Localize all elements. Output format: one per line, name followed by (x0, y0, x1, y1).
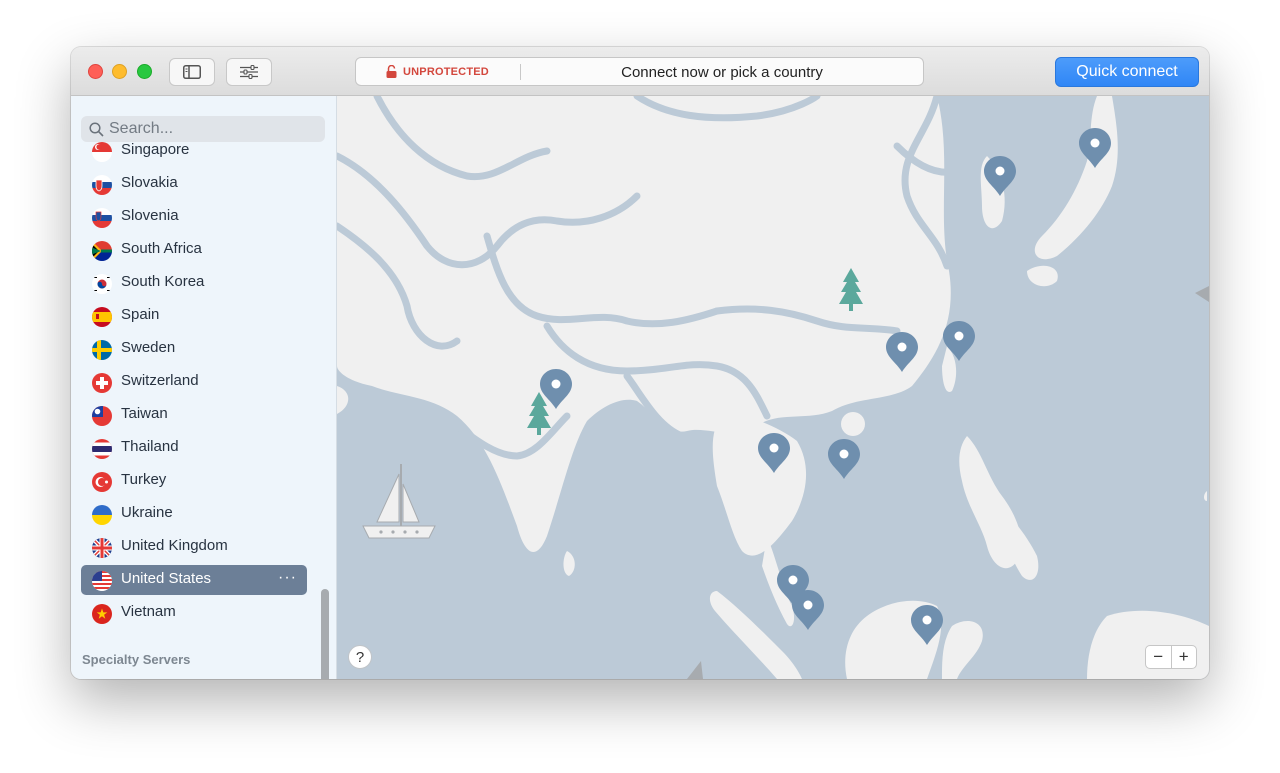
sweden-flag-icon (92, 340, 112, 360)
country-name: Singapore (121, 141, 190, 158)
south-africa-flag-icon (92, 241, 112, 261)
switzerland-flag-icon (92, 373, 112, 393)
country-item-sweden[interactable]: Sweden (81, 334, 307, 364)
status-message: Connect now or pick a country (621, 64, 823, 81)
search-input[interactable] (109, 119, 314, 139)
country-item-taiwan[interactable]: Taiwan (81, 400, 307, 430)
country-item-thailand[interactable]: Thailand (81, 433, 307, 463)
country-item-united-states[interactable]: United States ··· (81, 565, 307, 595)
country-name: Switzerland (121, 372, 199, 389)
search-icon (89, 122, 104, 137)
more-options-icon[interactable]: ··· (278, 569, 297, 587)
vietnam-flag-icon (92, 604, 112, 624)
slovakia-flag-icon (92, 175, 112, 195)
united-states-flag-icon (92, 571, 112, 591)
slovenia-flag-icon (92, 208, 112, 228)
land-hainan (841, 412, 865, 436)
server-map[interactable]: ? − + (337, 96, 1209, 679)
country-name: Slovenia (121, 207, 179, 224)
land-indochina (712, 415, 807, 556)
sidebar-icon (183, 65, 201, 79)
search-box[interactable] (81, 116, 325, 142)
country-name: Taiwan (121, 405, 168, 422)
zoom-in-button[interactable]: + (1172, 646, 1197, 668)
country-name: United States (121, 570, 212, 587)
location-pin-icon-singapore (792, 590, 824, 630)
country-item-vietnam[interactable]: Vietnam (81, 598, 307, 628)
unlocked-padlock-icon (386, 65, 397, 78)
country-name: Vietnam (121, 603, 176, 620)
thailand-flag-icon (92, 439, 112, 459)
zoom-control: − + (1145, 645, 1197, 669)
country-item-spain[interactable]: Spain (81, 301, 307, 331)
ukraine-flag-icon (92, 505, 112, 525)
spain-flag-icon (92, 307, 112, 327)
titlebar: UNPROTECTED Connect now or pick a countr… (71, 47, 1209, 96)
close-window-button[interactable] (88, 64, 103, 79)
connection-status-bar[interactable]: UNPROTECTED Connect now or pick a countr… (355, 57, 924, 86)
zoom-window-button[interactable] (137, 64, 152, 79)
land-japan (1034, 96, 1118, 260)
zoom-out-button[interactable]: − (1146, 646, 1172, 668)
specialty-servers-heading: Specialty Servers (82, 652, 191, 667)
land-sulawesi (942, 621, 983, 679)
country-name: Spain (121, 306, 160, 323)
sliders-icon (240, 65, 258, 79)
land-sri-lanka (563, 551, 575, 576)
country-name: Thailand (121, 438, 179, 455)
minimize-window-button[interactable] (112, 64, 127, 79)
south-korea-flag-icon (92, 274, 112, 294)
sidebar-toggle-button[interactable] (169, 58, 215, 86)
turkey-flag-icon (92, 472, 112, 492)
country-item-south-africa[interactable]: South Africa (81, 235, 307, 265)
country-item-turkey[interactable]: Turkey (81, 466, 307, 496)
taiwan-flag-icon (92, 406, 112, 426)
sail-edge-icon (687, 661, 703, 679)
country-sidebar: Singapore Slovakia Slovenia South Africa… (71, 96, 337, 679)
country-item-ukraine[interactable]: Ukraine (81, 499, 307, 529)
country-item-slovakia[interactable]: Slovakia (81, 169, 307, 199)
sailboat-icon (362, 464, 436, 539)
united-kingdom-flag-icon (92, 538, 112, 558)
land-japan-south (1027, 265, 1058, 287)
app-window: UNPROTECTED Connect now or pick a countr… (71, 47, 1209, 679)
country-item-slovenia[interactable]: Slovenia (81, 202, 307, 232)
quick-connect-button[interactable]: Quick connect (1055, 57, 1199, 87)
settings-button[interactable] (226, 58, 272, 86)
location-pin-icon-vietnam (828, 439, 860, 479)
country-name: Turkey (121, 471, 167, 488)
singapore-flag-icon (92, 142, 112, 162)
country-name: Ukraine (121, 504, 173, 521)
country-item-south-korea[interactable]: South Korea (81, 268, 307, 298)
sail-edge-right-icon (1195, 286, 1209, 302)
help-button[interactable]: ? (348, 645, 372, 669)
map-canvas (337, 96, 1209, 679)
protection-status: UNPROTECTED (403, 66, 489, 78)
country-name: South Korea (121, 273, 205, 290)
country-item-united-kingdom[interactable]: United Kingdom (81, 532, 307, 562)
sidebar-scrollbar[interactable] (321, 589, 329, 679)
country-item-switzerland[interactable]: Switzerland (81, 367, 307, 397)
country-name: Sweden (121, 339, 176, 356)
country-name: United Kingdom (121, 537, 228, 554)
country-name: South Africa (121, 240, 202, 257)
country-name: Slovakia (121, 174, 178, 191)
